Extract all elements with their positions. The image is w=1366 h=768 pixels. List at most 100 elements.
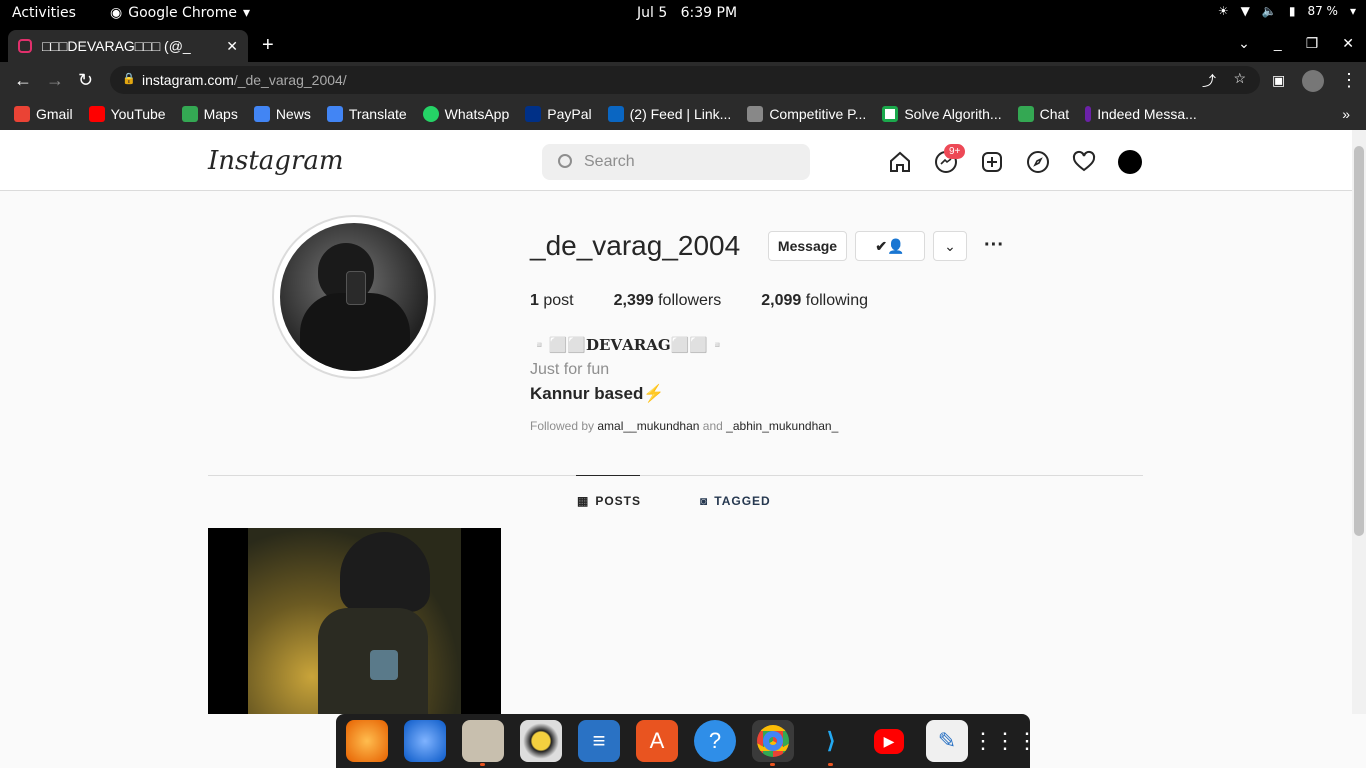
bookmark-label: Gmail — [36, 106, 73, 122]
bookmark-maps[interactable]: Maps — [181, 106, 238, 122]
browser-tab[interactable]: □□□DEVARAG□□□ (@_ ✕ — [8, 30, 248, 62]
battery-percent: 87 % — [1307, 4, 1338, 18]
followers-stat[interactable]: 2,399 followers — [614, 292, 722, 310]
files-icon[interactable] — [462, 720, 504, 766]
explore-compass-icon[interactable] — [1026, 150, 1050, 174]
post-thumbnail[interactable] — [208, 528, 501, 714]
bookmark-gmail[interactable]: Gmail — [14, 106, 73, 122]
new-tab-button[interactable]: + — [262, 34, 274, 57]
chrome-dock-icon[interactable] — [752, 720, 794, 766]
bookmark-label: Solve Algorith... — [904, 106, 1002, 122]
address-bar[interactable]: 🔒 instagram.com/_de_varag_2004/ ⤴ ☆ — [110, 66, 1260, 94]
bookmark-star-icon[interactable]: ☆ — [1233, 70, 1246, 87]
chat-icon — [1017, 106, 1034, 122]
close-window-icon[interactable]: ✕ — [1342, 35, 1354, 52]
back-icon[interactable]: ← — [14, 70, 32, 91]
bookmark-label: News — [275, 106, 311, 122]
tab-posts[interactable]: ▦ POSTS — [577, 494, 641, 508]
bookmark-chat[interactable]: Chat — [1017, 106, 1070, 122]
chevron-down-icon: ⌄ — [944, 237, 956, 254]
paypal-icon — [525, 106, 542, 122]
followed-by-prefix: Followed by — [530, 419, 595, 433]
bookmark-label: Chat — [1039, 106, 1070, 122]
reload-icon[interactable]: ↻ — [78, 70, 93, 91]
bookmark-label: YouTube — [110, 106, 166, 122]
page-scrollbar[interactable] — [1352, 130, 1366, 714]
minimize-icon[interactable]: _ — [1274, 35, 1282, 52]
forward-icon[interactable]: → — [46, 70, 64, 91]
clock[interactable]: Jul 5 6:39 PM — [637, 5, 737, 21]
bookmark-paypal[interactable]: PayPal — [525, 106, 592, 122]
url-host: instagram.com — [142, 72, 234, 88]
date-label: Jul 5 — [637, 5, 668, 21]
vscode-icon[interactable]: ⟩ — [810, 720, 852, 766]
show-apps-icon[interactable]: ⋮⋮⋮ — [972, 720, 1038, 762]
chrome-menu-icon[interactable]: ⋮ — [1340, 70, 1358, 91]
bookmark-indeed[interactable]: Indeed Messa... — [1085, 106, 1197, 122]
profile-avatar[interactable] — [1302, 70, 1324, 92]
bookmark-label: WhatsApp — [444, 106, 510, 122]
close-tab-icon[interactable]: ✕ — [226, 38, 238, 55]
translate-icon — [326, 106, 343, 122]
help-icon[interactable]: ? — [694, 720, 736, 762]
activities-button[interactable]: Activities — [12, 5, 76, 21]
os-top-bar: Activities ◉ Google Chrome ▾ Jul 5 6:39 … — [0, 0, 1366, 27]
message-button[interactable]: Message — [768, 231, 847, 261]
app-dock: ≡ A ? ⟩ ▶ ✎ ⋮⋮⋮ — [336, 714, 1038, 768]
thunderbird-icon[interactable] — [404, 720, 446, 762]
tab-tagged-label: TAGGED — [714, 494, 771, 508]
maximize-icon[interactable]: ❐ — [1306, 35, 1319, 52]
followed-by[interactable]: Followed by amal__mukundhan and _abhin_m… — [530, 419, 838, 433]
following-stat[interactable]: 2,099 following — [761, 292, 868, 310]
suggested-dropdown-button[interactable]: ⌄ — [933, 231, 967, 261]
bookmark-linkedin[interactable]: (2) Feed | Link... — [607, 106, 731, 122]
tab-tagged[interactable]: ◙ TAGGED — [700, 494, 771, 508]
following-label: following — [805, 292, 869, 309]
heart-icon[interactable] — [1072, 150, 1096, 174]
search-icon — [558, 154, 572, 168]
battery-icon: ▮ — [1288, 4, 1296, 18]
bookmark-translate[interactable]: Translate — [326, 106, 407, 122]
system-tray[interactable]: ☀ ▼ 🔈 ▮ 87 % ▾ — [1218, 4, 1356, 18]
volume-icon: 🔈 — [1261, 4, 1277, 18]
libreoffice-writer-icon[interactable]: ≡ — [578, 720, 620, 762]
bookmark-news[interactable]: News — [253, 106, 311, 122]
bookmark-label: Competitive P... — [769, 106, 867, 122]
search-input[interactable]: Search — [542, 144, 810, 180]
instagram-logo[interactable]: Instagram — [208, 146, 344, 176]
bio-line-1: Just for fun — [530, 361, 610, 378]
home-icon[interactable] — [888, 150, 912, 174]
tab-search-icon[interactable]: ⌄ — [1238, 35, 1250, 52]
tab-title: □□□DEVARAG□□□ (@_ — [42, 38, 191, 54]
new-post-icon[interactable] — [980, 150, 1004, 174]
extensions-icon[interactable]: ▣ — [1272, 72, 1285, 89]
bookmark-solve[interactable]: Solve Algorith... — [882, 106, 1002, 122]
profile-avatar-small[interactable] — [1118, 150, 1142, 174]
more-bookmarks-icon[interactable]: » — [1342, 106, 1350, 122]
brightness-icon: ☀ — [1217, 4, 1229, 18]
time-label: 6:39 PM — [680, 5, 738, 21]
app-menu[interactable]: ◉ Google Chrome ▾ — [110, 5, 250, 21]
grid-icon: ▦ — [577, 494, 590, 508]
rhythmbox-icon[interactable] — [520, 720, 562, 762]
news-icon — [253, 106, 270, 122]
youtube-app-icon[interactable]: ▶ — [868, 720, 910, 762]
app-name: Google Chrome — [128, 5, 237, 21]
profile-photo — [280, 223, 428, 371]
scrollbar-thumb[interactable] — [1354, 146, 1364, 536]
firefox-icon[interactable] — [346, 720, 388, 762]
software-center-icon[interactable]: A — [636, 720, 678, 762]
profile-avatar[interactable] — [272, 215, 436, 379]
bookmark-label: PayPal — [547, 106, 592, 122]
bookmark-youtube[interactable]: YouTube — [88, 106, 166, 122]
bookmark-whatsapp[interactable]: WhatsApp — [422, 106, 510, 122]
bookmark-competitive[interactable]: Competitive P... — [747, 106, 866, 122]
indeed-icon — [1085, 106, 1092, 122]
text-editor-icon[interactable]: ✎ — [926, 720, 968, 762]
share-icon[interactable]: ⤴ — [1202, 71, 1216, 91]
nav-icons — [888, 150, 1142, 174]
power-menu-chevron-icon: ▾ — [1349, 4, 1356, 18]
profile-display-name: ▫️⬜⬜𝐃𝐄𝐕𝐀𝐑𝐀𝐆⬜⬜▫️ — [530, 336, 727, 354]
following-button[interactable]: ✔👤 — [855, 231, 925, 261]
more-options-icon[interactable]: ··· — [984, 234, 1004, 257]
